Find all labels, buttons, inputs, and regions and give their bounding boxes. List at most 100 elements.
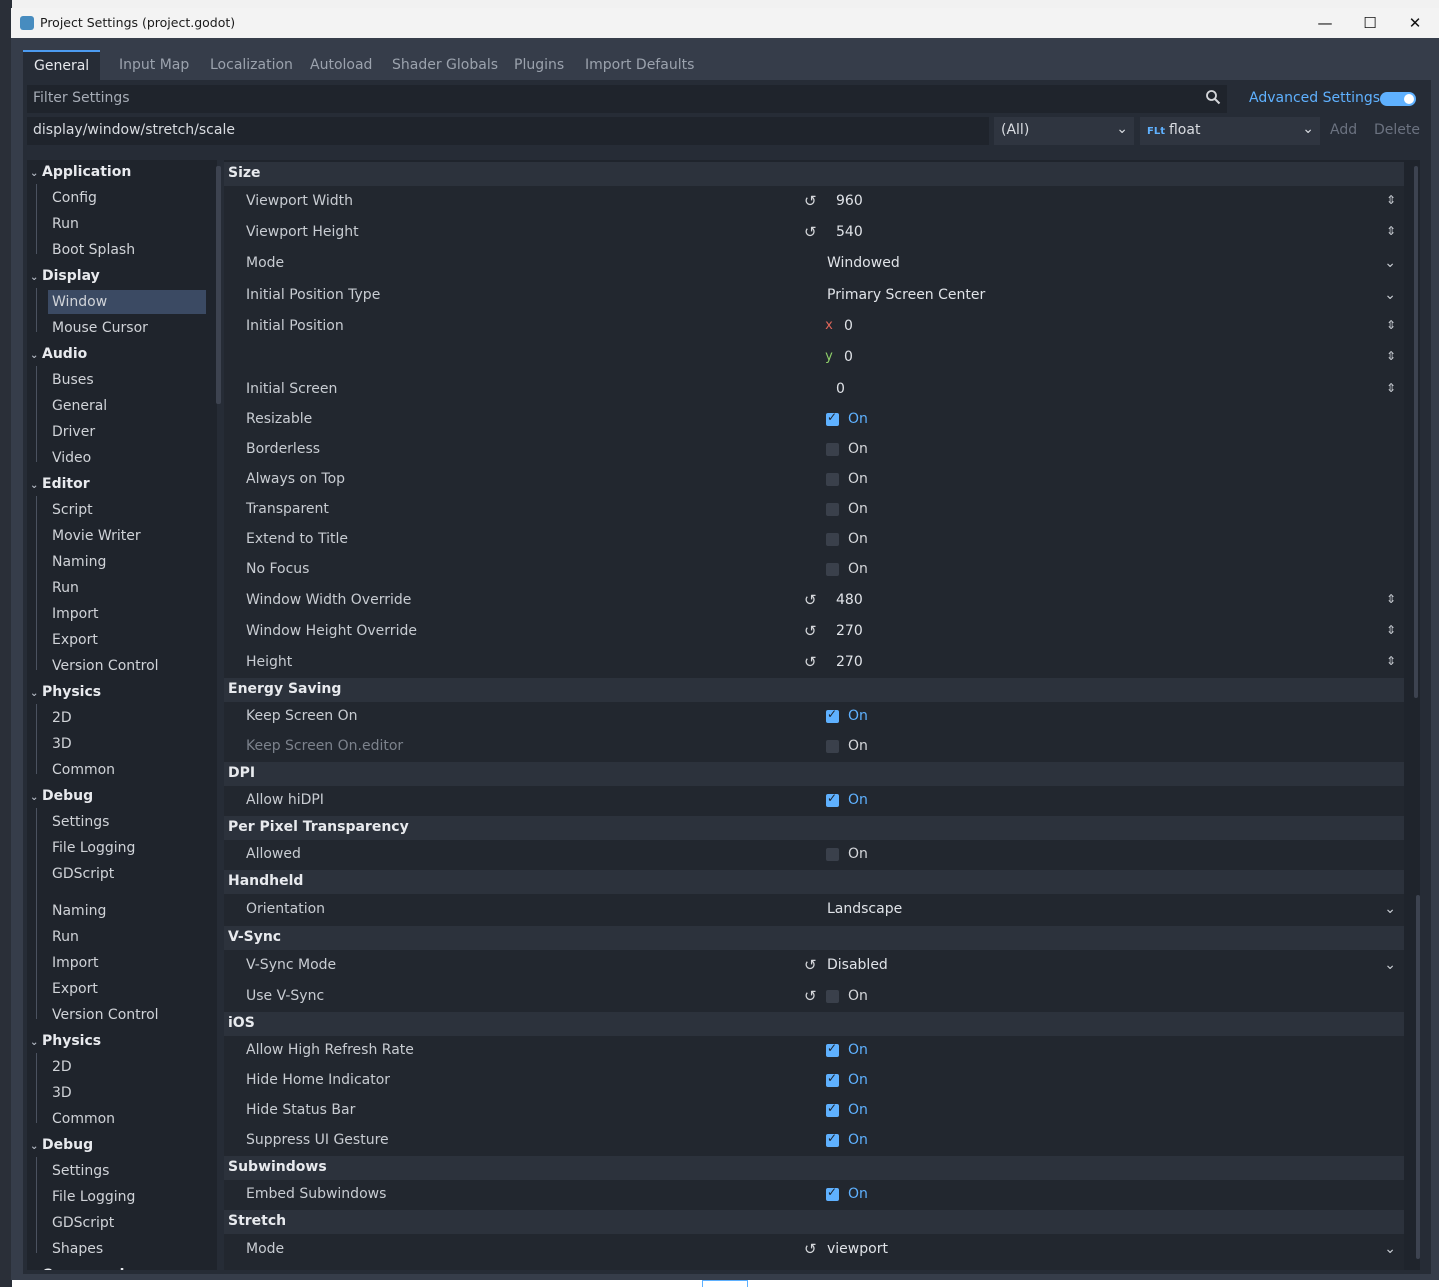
checkbox[interactable] — [826, 791, 839, 807]
revert-icon[interactable]: ↺ — [804, 622, 817, 640]
tree-item-buses[interactable]: Buses — [48, 368, 212, 392]
tree-item-common[interactable]: Common — [48, 758, 212, 782]
tree-category-debug[interactable]: ⌄ Debug — [30, 784, 210, 808]
revert-icon[interactable]: ↺ — [804, 653, 817, 671]
checkbox[interactable] — [826, 503, 839, 516]
close-button[interactable]: ✕ — [1393, 10, 1437, 36]
add-button[interactable]: Add — [1330, 122, 1357, 138]
tree-item-settings[interactable]: Settings — [48, 1159, 212, 1183]
tab-autoload[interactable]: Autoload — [299, 50, 383, 80]
spinner-arrows-icon[interactable]: ⇕ — [1386, 193, 1396, 207]
number-spinbox[interactable]: 960 ⇕ — [824, 193, 1402, 211]
tree-item-run[interactable]: Run — [48, 576, 212, 600]
spinner-arrows-icon[interactable]: ⇕ — [1386, 224, 1396, 238]
tab-input-map[interactable]: Input Map — [108, 50, 200, 80]
tree-item-3d[interactable]: 3D — [48, 1081, 212, 1105]
tree-item-video[interactable]: Video — [48, 446, 212, 470]
tree-item-file-logging[interactable]: File Logging — [48, 836, 212, 860]
spinner-arrows-icon[interactable]: ⇕ — [1386, 623, 1396, 637]
checkbox[interactable] — [826, 443, 839, 456]
checkbox[interactable] — [826, 410, 839, 426]
revert-icon[interactable]: ↺ — [804, 192, 817, 210]
checkbox[interactable] — [826, 1131, 839, 1147]
tree-category-physics[interactable]: ⌄ Physics — [30, 1029, 210, 1053]
revert-icon[interactable]: ↺ — [804, 591, 817, 609]
minimize-button[interactable]: — — [1303, 10, 1347, 36]
tree-category-compression[interactable]: ⌄Compression — [30, 1263, 210, 1270]
tree-item-gdscript[interactable]: GDScript — [48, 862, 212, 886]
checkbox[interactable] — [826, 990, 839, 1003]
tree-item-import[interactable]: Import — [48, 602, 212, 626]
revert-icon[interactable]: ↺ — [804, 987, 817, 1005]
tree-item-import[interactable]: Import — [48, 951, 212, 975]
property-path-input[interactable]: display/window/stretch/scale — [27, 117, 989, 145]
checkbox[interactable] — [826, 707, 839, 723]
tree-item-general[interactable]: General — [48, 394, 212, 418]
inspector-scrollbar-lower[interactable] — [1416, 895, 1420, 1259]
tree-item-common[interactable]: Common — [48, 1107, 212, 1131]
tree-category-display[interactable]: ⌄ Display — [30, 264, 210, 288]
checkbox[interactable] — [826, 563, 839, 576]
spinner-arrows-icon[interactable]: ⇕ — [1386, 381, 1396, 395]
option-dropdown[interactable]: viewport ⌄ — [824, 1241, 1402, 1259]
checkbox[interactable] — [826, 1101, 839, 1117]
tree-category-debug[interactable]: ⌄ Debug — [30, 1133, 210, 1157]
checkbox[interactable] — [826, 473, 839, 486]
tree-item-2d[interactable]: 2D — [48, 706, 212, 730]
vector-y-spinbox[interactable]: y 0 ⇕ — [824, 349, 1402, 367]
number-spinbox[interactable]: 270 ⇕ — [824, 654, 1402, 672]
spinner-arrows-icon[interactable]: ⇕ — [1386, 318, 1396, 332]
number-spinbox[interactable]: 0 ⇕ — [824, 381, 1402, 399]
checkbox[interactable] — [826, 1071, 839, 1087]
number-spinbox[interactable]: 540 ⇕ — [824, 224, 1402, 242]
vector-x-spinbox[interactable]: x 0 ⇕ — [824, 318, 1402, 336]
tree-category-editor[interactable]: ⌄ Editor — [30, 472, 210, 496]
revert-icon[interactable]: ↺ — [804, 956, 817, 974]
tree-item-run[interactable]: Run — [48, 212, 212, 236]
tree-item-movie-writer[interactable]: Movie Writer — [48, 524, 212, 548]
tree-item-config[interactable]: Config — [48, 186, 212, 210]
tab-plugins[interactable]: Plugins — [503, 50, 575, 80]
tree-item-version-control[interactable]: Version Control — [48, 1003, 212, 1027]
tab-localization[interactable]: Localization — [199, 50, 304, 80]
revert-icon[interactable]: ↺ — [804, 223, 817, 241]
checkbox[interactable] — [826, 1041, 839, 1057]
tree-item-export[interactable]: Export — [48, 977, 212, 1001]
inspector-scrollbar[interactable] — [1414, 166, 1418, 698]
spinner-arrows-icon[interactable]: ⇕ — [1386, 654, 1396, 668]
advanced-settings-toggle[interactable] — [1380, 92, 1416, 106]
type-filter-dropdown[interactable]: (All) ⌄ — [994, 117, 1134, 145]
option-dropdown[interactable]: Disabled ⌄ — [824, 957, 1402, 975]
tree-item-naming[interactable]: Naming — [48, 899, 212, 923]
tree-item-window[interactable]: Window — [48, 290, 206, 314]
tree-item-3d[interactable]: 3D — [48, 732, 212, 756]
tree-item-driver[interactable]: Driver — [48, 420, 212, 444]
tree-category-audio[interactable]: ⌄ Audio — [30, 342, 210, 366]
tree-item-run[interactable]: Run — [48, 925, 212, 949]
checkbox[interactable] — [826, 1185, 839, 1201]
option-dropdown[interactable]: Landscape ⌄ — [824, 901, 1402, 919]
checkbox[interactable] — [826, 740, 839, 753]
tree-item-boot-splash[interactable]: Boot Splash — [48, 238, 212, 262]
checkbox[interactable] — [826, 848, 839, 861]
tree-item-2d[interactable]: 2D — [48, 1055, 212, 1079]
tree-item-file-logging[interactable]: File Logging — [48, 1185, 212, 1209]
tree-item-naming[interactable]: Naming — [48, 550, 212, 574]
tree-item-shapes[interactable]: Shapes — [48, 1237, 212, 1261]
filter-settings-input[interactable]: Filter Settings — [27, 85, 1227, 113]
spinner-arrows-icon[interactable]: ⇕ — [1386, 592, 1396, 606]
tree-item-gdscript[interactable]: GDScript — [48, 1211, 212, 1235]
tree-item-settings[interactable]: Settings — [48, 810, 212, 834]
tab-shader-globals[interactable]: Shader Globals — [381, 50, 509, 80]
tree-item-mouse-cursor[interactable]: Mouse Cursor — [48, 316, 212, 340]
checkbox[interactable] — [826, 533, 839, 546]
tree-category-physics[interactable]: ⌄ Physics — [30, 680, 210, 704]
tree-item-version-control[interactable]: Version Control — [48, 654, 212, 678]
tree-item-script[interactable]: Script — [48, 498, 212, 522]
number-spinbox[interactable]: 480 ⇕ — [824, 592, 1402, 610]
tab-general[interactable]: General — [23, 50, 101, 80]
tree-category-application[interactable]: ⌄ Application — [30, 160, 210, 184]
maximize-button[interactable]: ☐ — [1348, 10, 1392, 36]
number-spinbox[interactable]: 270 ⇕ — [824, 623, 1402, 641]
option-dropdown[interactable]: Primary Screen Center ⌄ — [824, 287, 1402, 305]
